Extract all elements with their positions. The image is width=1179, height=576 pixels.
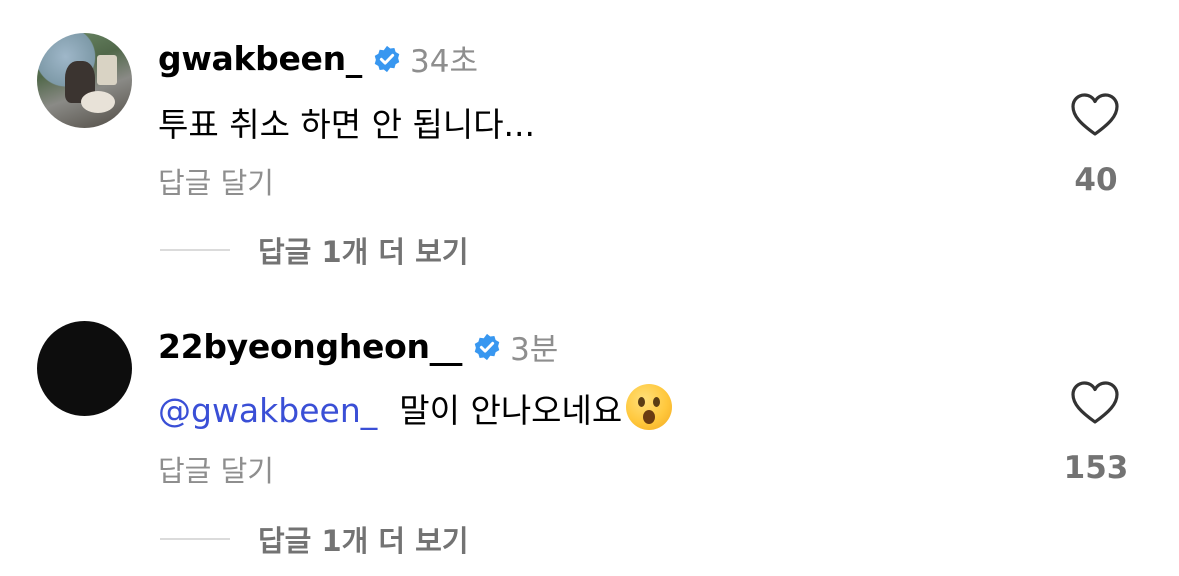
view-more-replies[interactable]: 답글 1개 더 보기 [160,229,469,271]
avatar[interactable] [37,33,132,128]
avatar-dog [81,91,115,113]
mention-link[interactable]: @gwakbeen_ [158,391,377,430]
view-more-replies[interactable]: 답글 1개 더 보기 [160,518,469,560]
username[interactable]: 22byeongheon__ [158,327,462,366]
comment-text: @gwakbeen_ 말이 안나오네요 [158,384,673,432]
avatar-sign [97,55,117,85]
comment-item: gwakbeen_ 34초 투표 취소 하면 안 됩니다... 답글 달기 답글… [0,0,1179,288]
username[interactable]: gwakbeen_ [158,39,362,78]
reply-button[interactable]: 답글 달기 [158,448,274,490]
divider-line [160,538,230,540]
timestamp: 34초 [410,44,478,80]
view-more-replies-label[interactable]: 답글 1개 더 보기 [258,229,469,271]
view-more-replies-label[interactable]: 답글 1개 더 보기 [258,518,469,560]
divider-line [160,249,230,251]
comment-header: 22byeongheon__ 3분 [158,324,558,369]
timestamp: 3분 [510,332,559,368]
comment-body: 말이 안나오네요 [399,391,623,430]
reply-button[interactable]: 답글 달기 [158,160,274,202]
avatar[interactable] [37,321,132,416]
hushed-face-emoji-icon [626,384,673,430]
comment-text: 투표 취소 하면 안 됩니다... [158,98,535,146]
verified-badge-icon [474,333,500,360]
heart-icon[interactable] [1071,93,1119,137]
heart-icon[interactable] [1071,381,1119,425]
like-count: 153 [1063,450,1129,486]
comment-body: 투표 취소 하면 안 됩니다... [158,105,536,144]
comment-item: 22byeongheon__ 3분 @gwakbeen_ 말이 안나오네요 답글 … [0,288,1179,576]
like-count: 40 [1074,162,1118,198]
comment-header: gwakbeen_ 34초 [158,36,478,81]
verified-badge-icon [374,45,400,72]
